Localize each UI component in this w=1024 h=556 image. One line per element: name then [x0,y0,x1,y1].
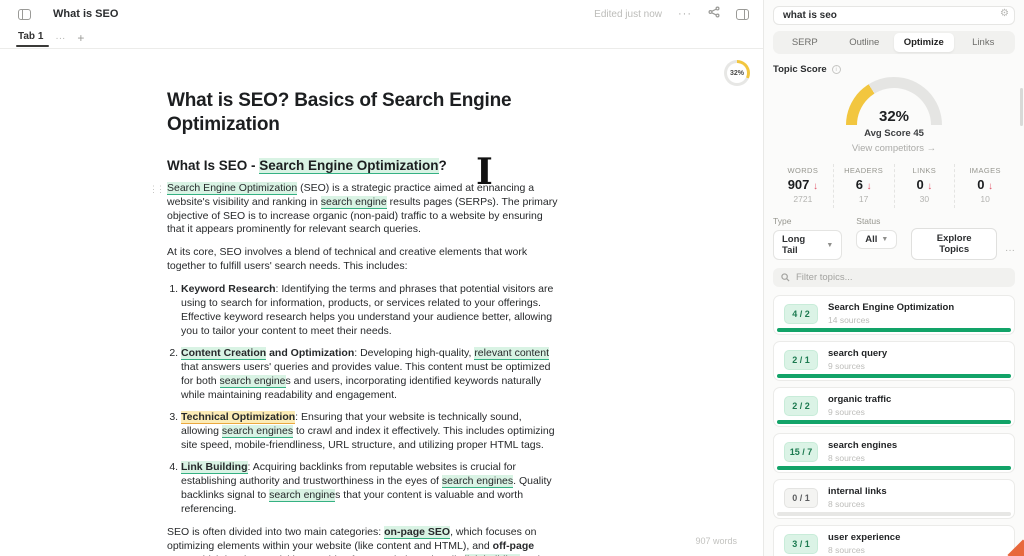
document-title: What is SEO [53,8,119,20]
topic-card[interactable]: 2 / 1 search query 9 sources [773,341,1015,381]
topic-name: organic traffic [828,394,892,405]
topic-count-badge: 2 / 1 [784,349,818,370]
tab-serp[interactable]: SERP [775,33,835,52]
panel-toggle-icon[interactable] [736,8,749,20]
list-item[interactable]: Technical Optimization: Ensuring that yo… [181,410,559,453]
down-arrow-icon: ↓ [813,181,819,192]
word-count: 907 words [695,536,737,546]
tab-bar: Tab 1 ··· + [0,28,763,49]
editor-topbar: What is SEO Edited just now ··· [0,0,763,28]
tab-1[interactable]: Tab 1 [15,31,50,47]
status-label: Status [856,216,881,226]
sidebar-toggle-icon[interactable] [18,8,31,20]
panel-tabs: SERP Outline Optimize Links [773,31,1015,54]
topic-score-value: 32% [878,108,910,125]
doc-paragraph[interactable]: Search Engine Optimization (SEO) is a st… [167,181,559,238]
share-icon[interactable] [708,5,720,23]
document-body: What is SEO? Basics of Search Engine Opt… [149,89,559,556]
topic-card[interactable]: 0 / 1 internal links 8 sources [773,479,1015,519]
panel-scrollbar[interactable] [1020,88,1023,126]
filter-topics-box[interactable] [773,268,1015,287]
topic-count-badge: 3 / 1 [784,533,818,554]
optimize-panel: ⚙ SERP Outline Optimize Links Topic Scor… [764,0,1024,556]
topic-card[interactable]: 15 / 7 search engines 8 sources [773,433,1015,473]
filter-topics-input[interactable] [796,272,1007,283]
doc-paragraph[interactable]: At its core, SEO involves a blend of tec… [167,246,559,274]
topic-card[interactable]: 3 / 1 user experience 8 sources [773,525,1015,556]
doc-score-badge[interactable]: 32% [724,60,750,86]
type-label: Type [773,216,792,226]
list-item[interactable]: Keyword Research: Identifying the terms … [181,283,559,339]
stat-headers: HEADERS 6 ↓ 17 [832,164,894,208]
topic-name: internal links [828,486,887,497]
type-dropdown[interactable]: Long Tail ▼ [773,230,843,260]
explore-topics-button[interactable]: Explore Topics [911,228,997,260]
topic-name: Search Engine Optimization [828,302,955,313]
topic-progress-bar [777,328,1011,332]
down-arrow-icon: ↓ [927,181,933,192]
stat-images: IMAGES 0 ↓ 10 [954,164,1015,208]
editor-region: What is SEO Edited just now ··· Tab 1 ··… [0,0,764,556]
avg-score: Avg Score 45 [864,128,924,139]
content-stats: WORDS 907 ↓ 2721 HEADERS 6 ↓ 17 LINKS 0 … [773,164,1015,208]
doc-numbered-list: Keyword Research: Identifying the terms … [181,283,559,516]
doc-heading-2[interactable]: What Is SEO - Search Engine Optimization… [167,157,559,174]
tab-links[interactable]: Links [954,33,1014,52]
topic-progress-bar [777,466,1011,470]
view-competitors-link[interactable]: View competitors → [773,143,1015,154]
topic-name: search engines [828,440,898,451]
topic-sources: 8 sources [828,545,865,555]
topic-count-badge: 15 / 7 [784,441,818,462]
add-tab-button[interactable]: + [77,31,84,45]
topic-name: user experience [828,532,901,543]
status-dropdown[interactable]: All ▼ [856,230,898,249]
doc-paragraph[interactable]: SEO is often divided into two main categ… [167,525,559,556]
topics-menu-button[interactable]: ··· [1005,245,1015,260]
drag-handle-icon[interactable]: ⋮⋮ [149,184,165,195]
search-icon [781,273,790,282]
query-search-input[interactable] [773,6,1015,25]
topics-list: 4 / 2 Search Engine Optimization 14 sour… [773,295,1015,556]
tab-outline[interactable]: Outline [835,33,895,52]
topic-score-gauge: 32% Avg Score 45 View competitors → [773,77,1015,154]
tab-optimize[interactable]: Optimize [894,33,954,52]
topic-sources: 9 sources [828,407,865,417]
list-item[interactable]: Link Building: Acquiring backlinks from … [181,460,559,517]
editor-canvas[interactable]: 32% What is SEO? Basics of Search Engine… [0,49,763,556]
chevron-down-icon: ▼ [826,241,834,249]
tab-menu-icon[interactable]: ··· [55,33,65,44]
stat-words: WORDS 907 ↓ 2721 [787,166,819,204]
down-arrow-icon: ↓ [866,181,872,192]
doc-heading-1[interactable]: What is SEO? Basics of Search Engine Opt… [167,89,559,138]
down-arrow-icon: ↓ [988,181,994,192]
topic-sources: 9 sources [828,361,865,371]
topic-progress-bar [777,420,1011,424]
topic-count-badge: 2 / 2 [784,395,818,416]
topic-sources: 14 sources [828,315,870,325]
topic-name: search query [828,348,888,359]
topic-sources: 8 sources [828,499,865,509]
gear-icon[interactable]: ⚙ [1000,8,1009,19]
topic-progress-bar [777,374,1011,378]
topic-count-badge: 0 / 1 [784,487,818,508]
document-menu-button[interactable]: ··· [678,8,692,20]
topic-sources: 8 sources [828,453,865,463]
chevron-down-icon: ▼ [881,236,889,243]
info-icon[interactable]: i [831,65,841,74]
list-item[interactable]: Content Creation and Optimization: Devel… [181,347,559,403]
topic-card[interactable]: 4 / 2 Search Engine Optimization 14 sour… [773,295,1015,335]
topic-card[interactable]: 2 / 2 organic traffic 9 sources [773,387,1015,427]
topic-count-badge: 4 / 2 [784,303,818,324]
app-window: What is SEO Edited just now ··· Tab 1 ··… [0,0,1024,556]
topic-progress-bar [777,512,1011,516]
topic-score-label: Topic Score [773,64,827,75]
stat-links: LINKS 0 ↓ 30 [893,164,955,208]
edited-status: Edited just now [594,8,662,20]
